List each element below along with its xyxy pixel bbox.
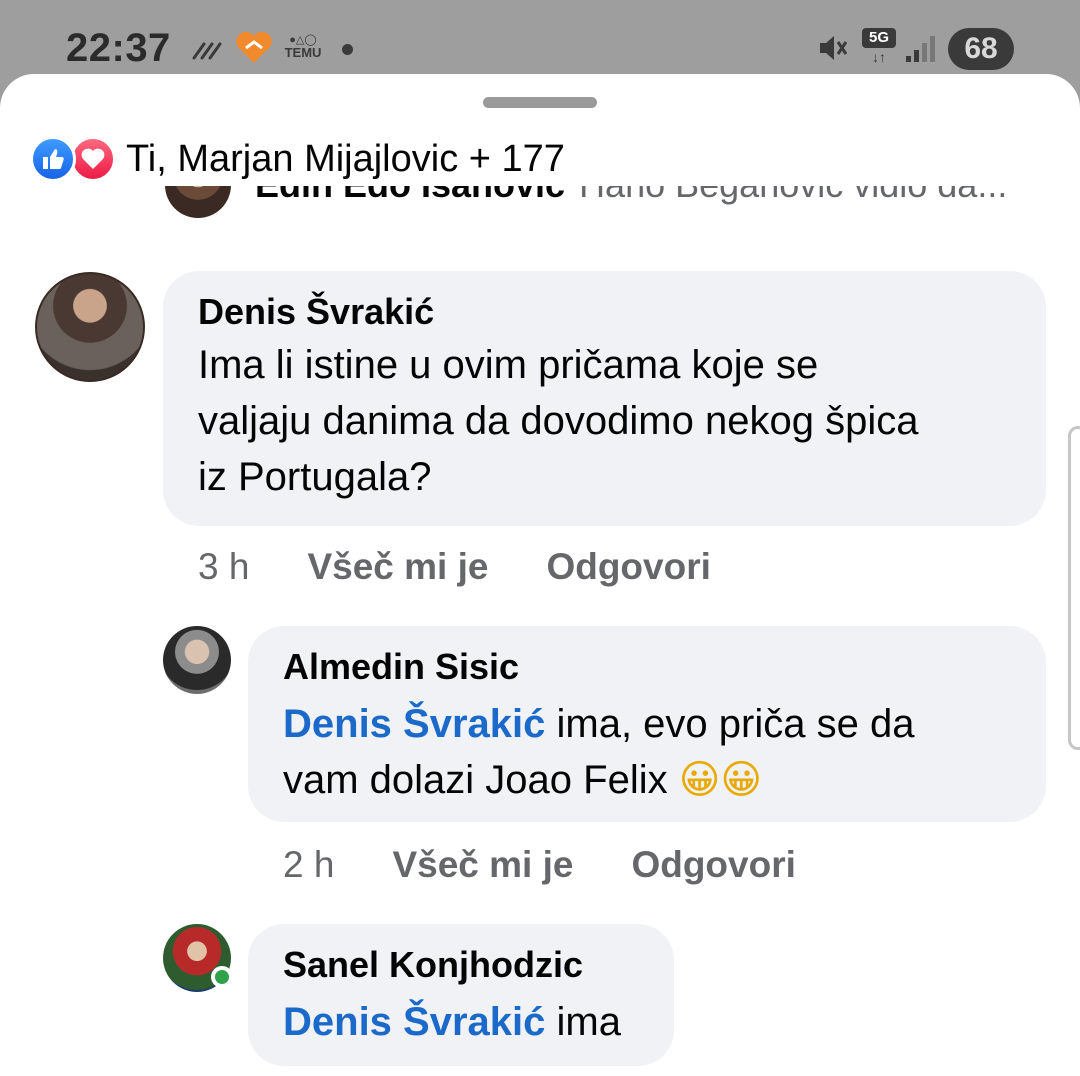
comment-author[interactable]: Edin Edo Isanovic <box>255 186 565 206</box>
drag-handle[interactable] <box>483 97 597 108</box>
comment-bubble[interactable]: Sanel Konjhodzic Denis Švrakić ima <box>248 924 674 1066</box>
scroll-indicator[interactable] <box>1068 426 1080 750</box>
battery-level: 68 <box>964 32 998 65</box>
mute-icon <box>820 36 848 60</box>
comment-text-line: Ima li istine u ovim pričama koje se <box>198 343 819 387</box>
like-button[interactable]: Všeč mi je <box>392 844 573 886</box>
comment-text-line: Denis Švrakić ima <box>283 994 621 1050</box>
comment-text: Hano Beganovic vidio da... <box>579 186 1007 206</box>
comment-time: 3 h <box>198 546 250 587</box>
comment-bubble[interactable]: Almedin Sisic Denis Švrakić ima, evo pri… <box>248 626 1046 822</box>
battery-icon: 68 <box>948 28 1014 70</box>
temu-label: TEMU <box>284 45 322 60</box>
comment-text: ima, evo priča se da <box>545 702 915 746</box>
temu-icon: ●△◯ TEMU <box>281 34 325 64</box>
heart-icon <box>81 148 105 169</box>
comment-bubble[interactable]: Denis Švrakić Ima li istine u ovim priča… <box>163 271 1046 526</box>
comment-text: ima <box>545 1000 621 1044</box>
comment-text-line: vam dolazi Joao Felix 😀😀 <box>283 752 914 808</box>
status-time: 22:37 <box>66 26 171 70</box>
avatar-almedin[interactable] <box>163 626 231 694</box>
5g-icon: 5G ↓↑ <box>862 28 896 68</box>
reactions-summary[interactable]: Ti, Marjan Mijajlovic + 177 <box>30 134 565 184</box>
reactions-text: Ti, Marjan Mijajlovic + 177 <box>126 137 565 180</box>
mention-link[interactable]: Denis Švrakić <box>283 702 545 746</box>
heart-app-icon <box>236 31 272 63</box>
online-status-icon <box>211 966 233 988</box>
comment-text: vam dolazi Joao Felix <box>283 758 668 802</box>
like-icon <box>30 136 76 182</box>
reply-button[interactable]: Odgovori <box>631 844 795 886</box>
comment-author[interactable]: Denis Švrakić <box>198 291 434 333</box>
avatar[interactable] <box>165 186 231 218</box>
dot-icon <box>342 44 353 55</box>
comment-time: 2 h <box>283 844 335 885</box>
thumbs-up-icon <box>43 149 64 169</box>
reply-button[interactable]: Odgovori <box>546 546 710 588</box>
wavy-lines-icon <box>192 42 222 60</box>
avatar-denis[interactable] <box>35 272 145 382</box>
comment-text-line: valjaju danima da dovodimo nekog špica <box>198 399 919 443</box>
grinning-emoji-icon: 😀😀 <box>678 757 763 803</box>
comment-author[interactable]: Almedin Sisic <box>283 646 519 688</box>
clipped-comment[interactable]: Edin Edo Isanovic Hano Beganovic vidio d… <box>165 186 1025 240</box>
love-icon <box>70 136 116 182</box>
comment-actions: 3 h Všeč mi je Odgovori <box>198 546 711 588</box>
comment-actions: 2 h Všeč mi je Odgovori <box>283 844 796 886</box>
mention-link[interactable]: Denis Švrakić <box>283 1000 545 1044</box>
like-button[interactable]: Všeč mi je <box>307 546 488 588</box>
comments-sheet: Ti, Marjan Mijajlovic + 177 Edin Edo Isa… <box>0 74 1080 1076</box>
comment-text-line: iz Portugala? <box>198 455 432 499</box>
data-arrows-icon: ↓↑ <box>872 49 886 65</box>
signal-icon <box>906 36 935 62</box>
network-label: 5G <box>862 28 896 48</box>
comment-author[interactable]: Sanel Konjhodzic <box>283 944 583 986</box>
comment-text-line: Denis Švrakić ima, evo priča se da <box>283 696 914 752</box>
